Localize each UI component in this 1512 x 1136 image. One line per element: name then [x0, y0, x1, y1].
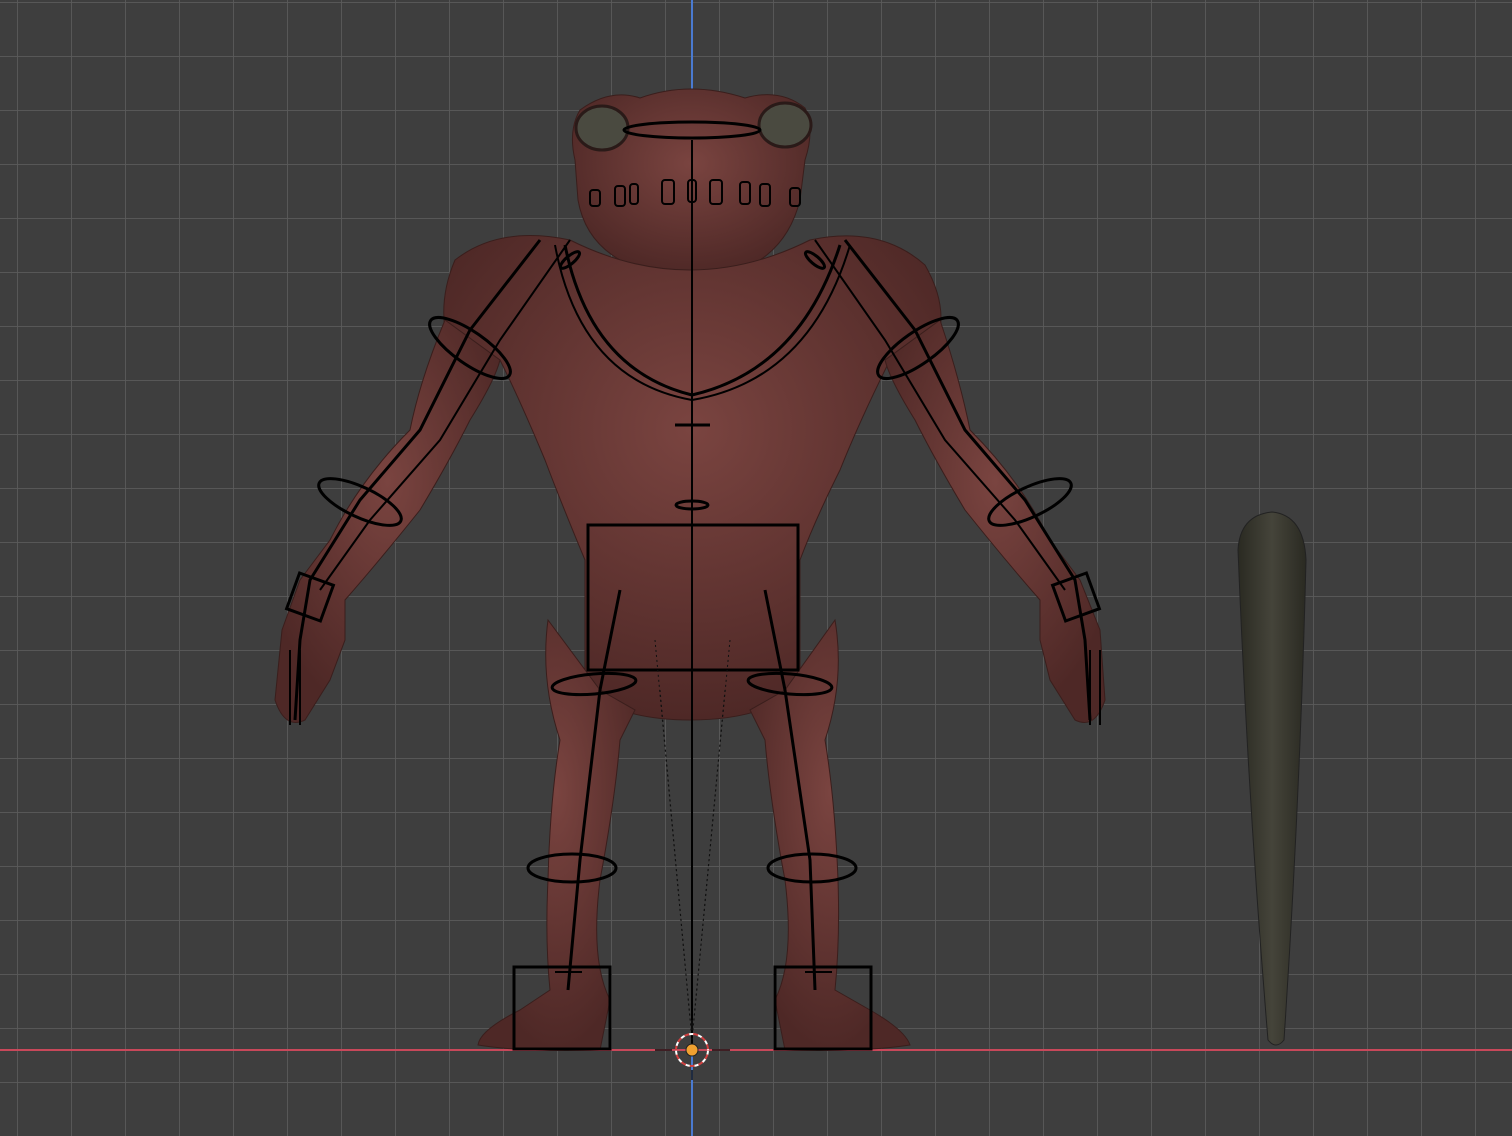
frog-character-mesh[interactable] — [274, 88, 1106, 1051]
viewport-canvas[interactable] — [0, 0, 1512, 1136]
left-eye — [574, 104, 630, 152]
origin-point — [685, 1043, 699, 1057]
3d-viewport[interactable] — [0, 0, 1512, 1136]
right-eye — [757, 101, 813, 149]
tail-mesh[interactable] — [1237, 511, 1307, 1046]
